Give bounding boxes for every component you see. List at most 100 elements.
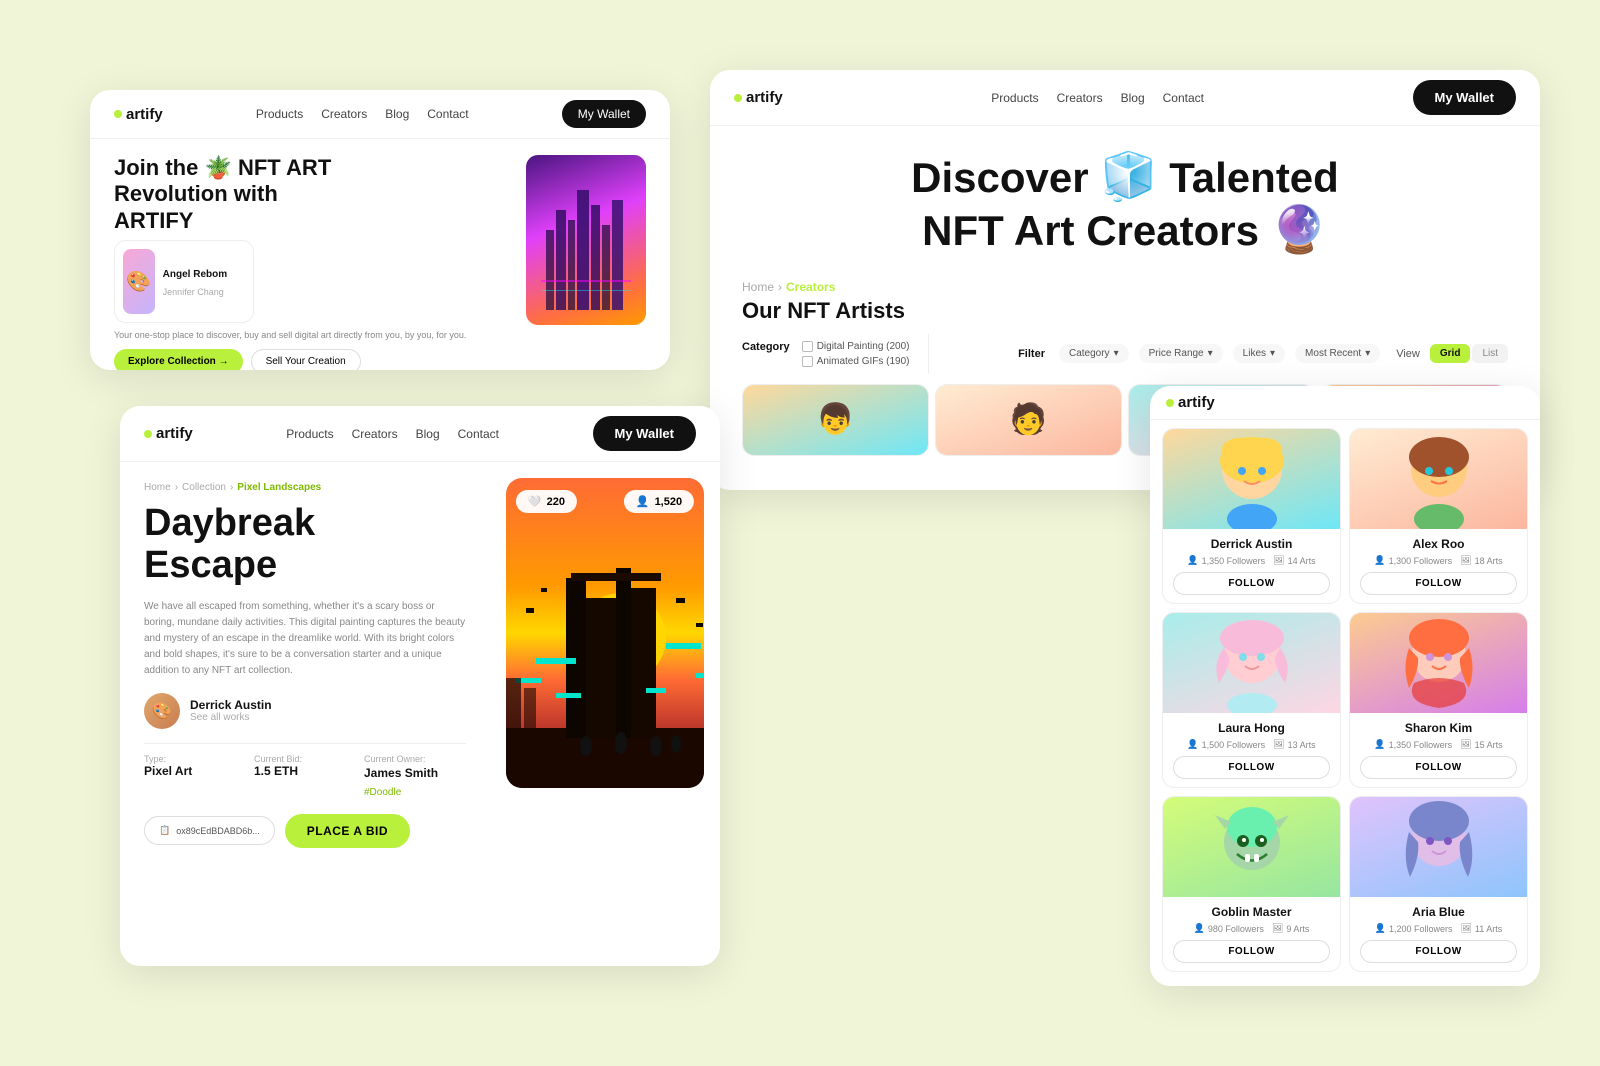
nav-blog-1[interactable]: Blog (385, 107, 409, 121)
nav-creators-1[interactable]: Creators (321, 107, 367, 121)
view-list-btn[interactable]: List (1472, 344, 1508, 363)
sell-button[interactable]: Sell Your Creation (251, 349, 361, 370)
nav-products-3[interactable]: Products (286, 427, 333, 441)
artist-stats-aria: 👤 1,200 Followers 🖼 11 Arts (1360, 923, 1517, 934)
nft-see-all[interactable]: See all works (190, 712, 272, 723)
view-grid-btn[interactable]: Grid (1430, 344, 1471, 363)
nft-bid-val: 1.5 ETH (254, 764, 356, 778)
wallet-button-1[interactable]: My Wallet (562, 100, 646, 128)
nav-creators-2[interactable]: Creators (1057, 91, 1103, 105)
hero-desc: Your one-stop place to discover, buy and… (114, 329, 510, 343)
preview-card-1[interactable]: 👦 (742, 384, 929, 456)
nft-description: We have all escaped from something, whet… (144, 599, 466, 679)
laura-followers: 👤 1,500 Followers (1187, 739, 1265, 750)
main-canvas: artify Products Creators Blog Contact My… (0, 0, 1600, 1066)
nft-bc-home[interactable]: Home (144, 482, 171, 493)
filter-category-pill[interactable]: Category ▾ (1059, 344, 1129, 363)
nft-detail-left: Home › Collection › Pixel Landscapes Day… (120, 462, 490, 966)
artists-row-3: Goblin Master 👤 980 Followers 🖼 9 Arts (1162, 796, 1528, 972)
hero-line1: Join the (114, 155, 204, 180)
follow-btn-aria[interactable]: FOLLOW (1360, 940, 1517, 963)
artist-card-sharon: Sharon Kim 👤 1,350 Followers 🖼 15 Arts (1349, 612, 1528, 788)
logo-dot (114, 110, 122, 118)
nft-owner-tag: #Doodle (364, 787, 401, 798)
discover-emoji: 🧊 (1100, 150, 1157, 203)
explore-button[interactable]: Explore Collection → (114, 349, 243, 370)
artist-img-aria (1350, 797, 1527, 897)
filter-likes-text: Likes (1243, 348, 1266, 359)
nav-products-2[interactable]: Products (991, 91, 1038, 105)
nft-detail-right: 🤍 220 👤 1,520 (490, 462, 720, 966)
filter-label: Filter (1018, 348, 1045, 360)
nav-contact-1[interactable]: Contact (427, 107, 468, 121)
aria-arts: 🖼 11 Arts (1460, 923, 1502, 934)
preview-img-2: 🧑 (936, 385, 1121, 455)
nav-creators-3[interactable]: Creators (352, 427, 398, 441)
derrick-followers-text: 1,350 Followers (1202, 556, 1266, 566)
nft-detail-logo-text: artify (156, 425, 193, 442)
preview-card-2[interactable]: 🧑 (935, 384, 1122, 456)
homepage-left: Join the 🪴 NFT ART Revolution with ARTIF… (114, 155, 510, 355)
follow-btn-laura[interactable]: FOLLOW (1173, 756, 1330, 779)
filter-recent-text: Most Recent (1305, 348, 1361, 359)
follow-btn-sharon[interactable]: FOLLOW (1360, 756, 1517, 779)
artist-stats-goblin: 👤 980 Followers 🖼 9 Arts (1173, 923, 1330, 934)
nft-bc-collection[interactable]: Collection (182, 482, 226, 493)
nft-detail-nav-links: Products Creators Blog Contact (286, 427, 499, 441)
hero-title: Join the 🪴 NFT ART Revolution with ARTIF… (114, 155, 510, 234)
nav-contact-3[interactable]: Contact (458, 427, 499, 441)
nav-products-1[interactable]: Products (256, 107, 303, 121)
aria-arts-text: 11 Arts (1475, 924, 1502, 934)
nft-detail-navbar: artify Products Creators Blog Contact My… (120, 406, 720, 462)
wallet-button-3[interactable]: My Wallet (593, 416, 696, 451)
artist-stats-alex: 👤 1,300 Followers 🖼 18 Arts (1360, 555, 1517, 566)
homepage-nav-links: Products Creators Blog Contact (256, 107, 469, 121)
filter-price-pill[interactable]: Price Range ▾ (1139, 344, 1223, 363)
artist-body-goblin: Goblin Master 👤 980 Followers 🖼 9 Arts (1163, 897, 1340, 971)
nft-artist-avatar: 🎨 (144, 693, 180, 729)
hero-emoji1: 🪴 (204, 155, 231, 181)
filter-likes-pill[interactable]: Likes ▾ (1233, 344, 1285, 363)
homepage-navbar: artify Products Creators Blog Contact My… (90, 90, 670, 139)
homepage-right (526, 155, 646, 355)
nft-main-image: 🤍 220 👤 1,520 (506, 478, 704, 788)
user-sub-hp: Jennifer Chang (163, 287, 224, 297)
nft-artist-row: 🎨 Derrick Austin See all works (144, 693, 466, 729)
breadcrumb-home[interactable]: Home (742, 280, 774, 294)
checkbox-box-1[interactable] (802, 341, 813, 352)
artist-name-laura: Laura Hong (1173, 721, 1330, 735)
filter-bar: Category Digital Painting (200) Animated… (710, 334, 1540, 384)
goblin-followers: 👤 980 Followers (1194, 923, 1264, 934)
nft-owner-val-row: James Smith #Doodle (364, 764, 466, 800)
address-button[interactable]: 📋 ox89cEdBDABD6b... (144, 816, 275, 845)
artist-img-sharon (1350, 613, 1527, 713)
filter-recent-pill[interactable]: Most Recent ▾ (1295, 344, 1380, 363)
checkbox-label-1: Digital Painting (200) (817, 341, 910, 352)
follow-btn-goblin[interactable]: FOLLOW (1173, 940, 1330, 963)
art-icon-g: 🖼 (1272, 923, 1283, 934)
follow-btn-alex[interactable]: FOLLOW (1360, 572, 1517, 595)
nft-meta-type: Type: Pixel Art (144, 754, 246, 800)
goblin-arts: 🖼 9 Arts (1272, 923, 1309, 934)
follow-btn-derrick[interactable]: FOLLOW (1173, 572, 1330, 595)
checkbox-box-2[interactable] (802, 356, 813, 367)
goblin-arts-text: 9 Arts (1286, 924, 1309, 934)
hero-line2: NFT ART (238, 155, 331, 180)
nav-contact-2[interactable]: Contact (1163, 91, 1204, 105)
artist-name-goblin: Goblin Master (1173, 905, 1330, 919)
nav-blog-3[interactable]: Blog (416, 427, 440, 441)
checkbox-digital-painting[interactable]: Digital Painting (200) (802, 341, 910, 352)
place-bid-button[interactable]: PLACE A BID (285, 814, 410, 848)
homepage-logo-text: artify (126, 106, 163, 123)
nft-breadcrumb: Home › Collection › Pixel Landscapes (144, 482, 466, 493)
nav-blog-2[interactable]: Blog (1121, 91, 1145, 105)
nft-meta-bid: Current Bid: 1.5 ETH (254, 754, 356, 800)
creators-nav-links: Products Creators Blog Contact (991, 91, 1204, 105)
filter-price-chevron: ▾ (1208, 348, 1213, 359)
person-icon-ar: 👤 (1375, 923, 1386, 934)
checkbox-animated-gifs[interactable]: Animated GIFs (190) (802, 356, 910, 367)
hero-image-hp (526, 155, 646, 325)
wallet-button-2[interactable]: My Wallet (1413, 80, 1516, 115)
laura-followers-text: 1,500 Followers (1202, 740, 1266, 750)
person-icon-g: 👤 (1194, 923, 1205, 934)
